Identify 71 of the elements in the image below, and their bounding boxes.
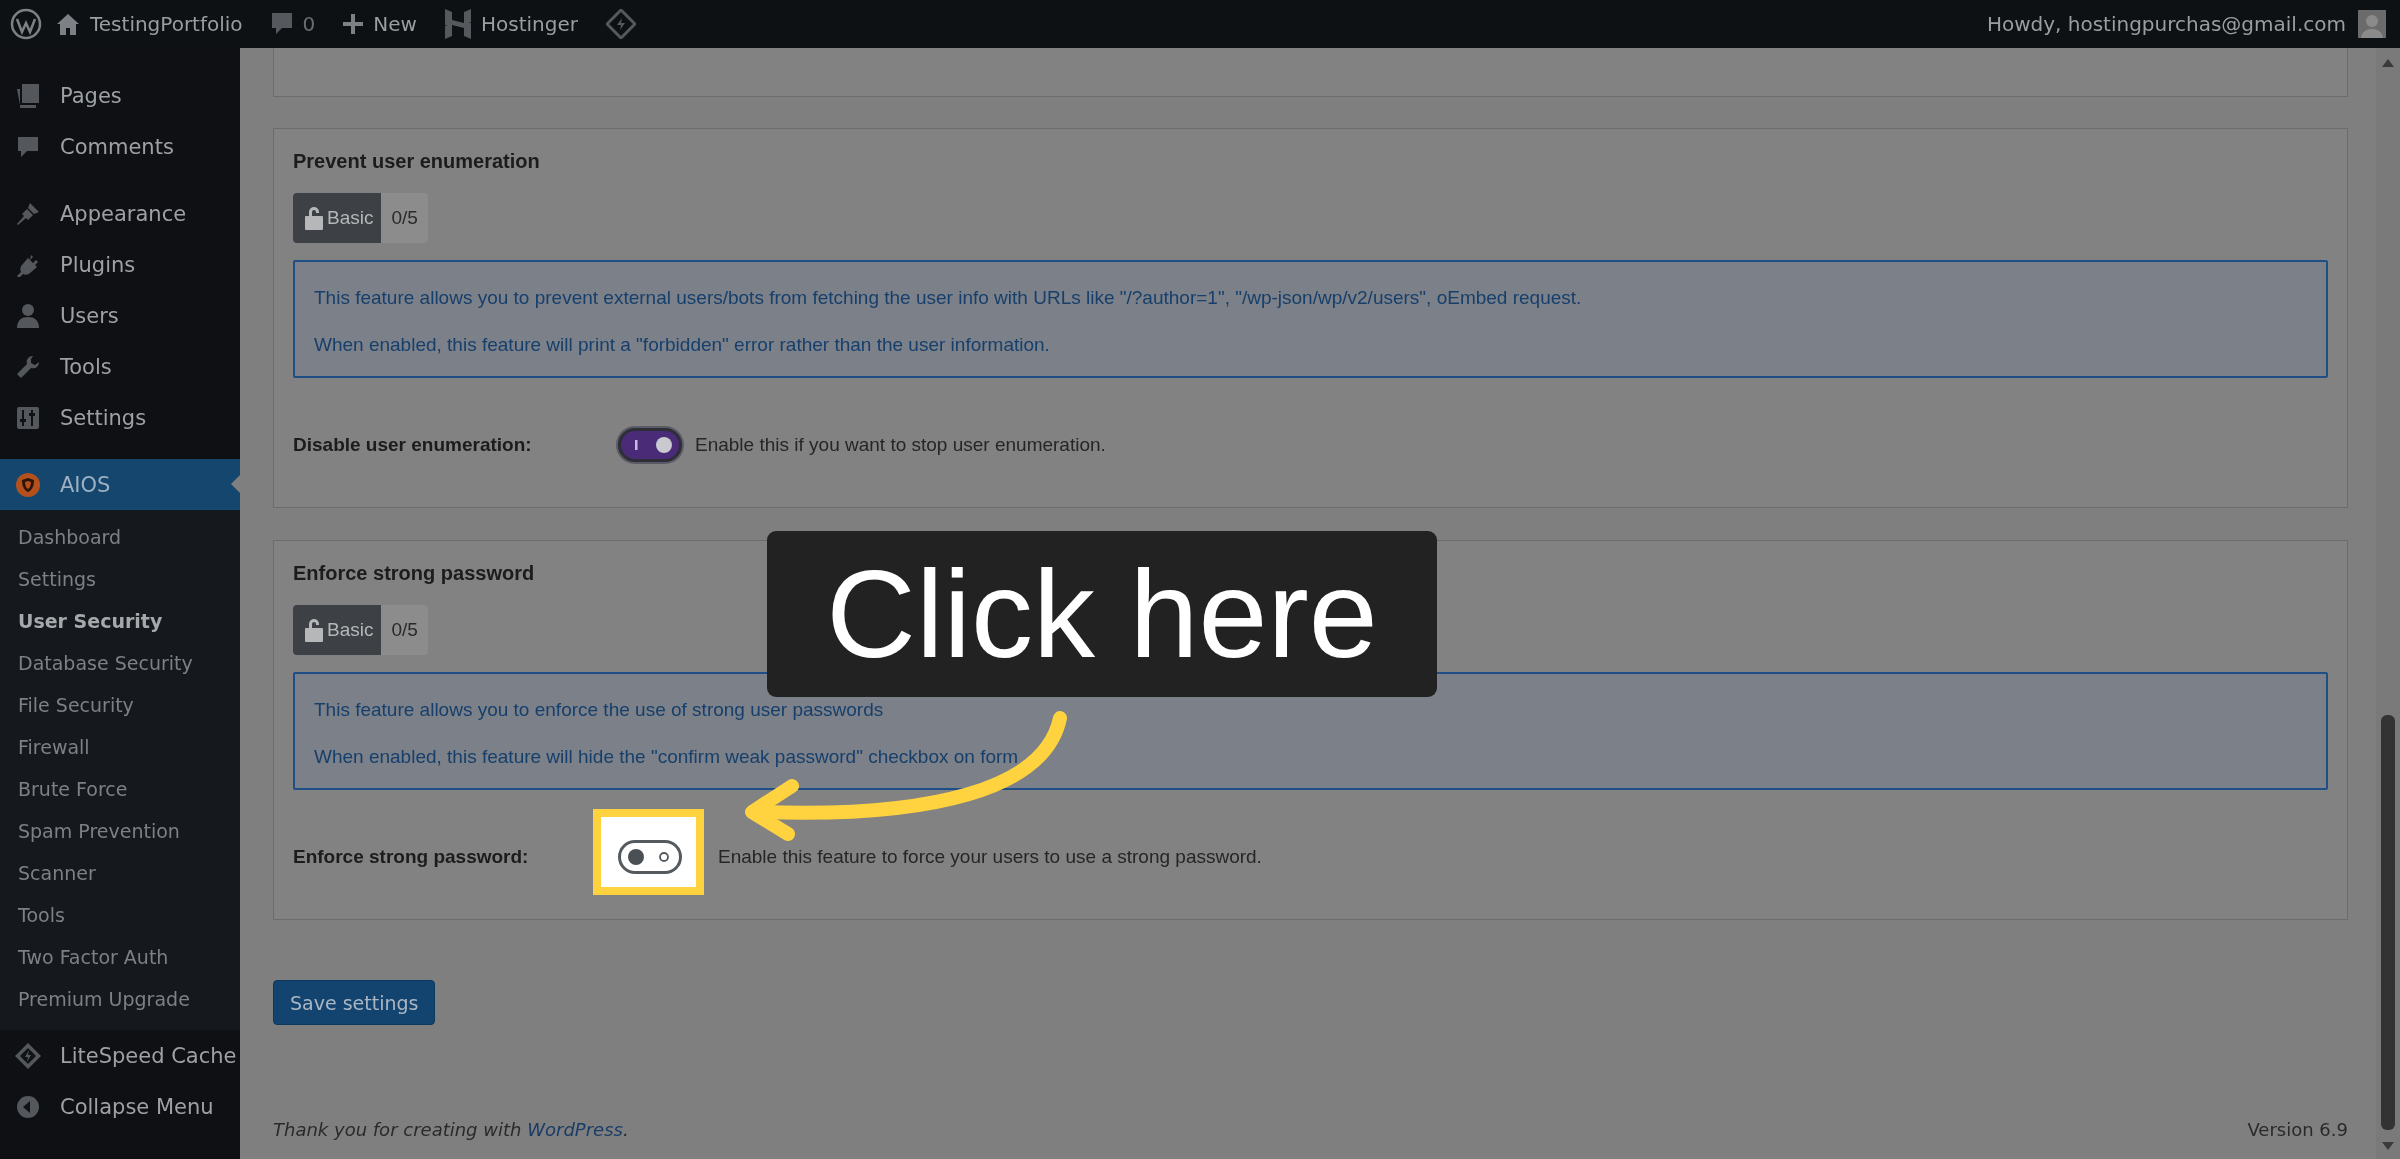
setting-description: Enable this feature to force your users to use a strong password. [718,846,1262,868]
lock-icon [305,206,323,230]
submenu-item[interactable]: Spam Prevention [0,810,240,852]
section-title: Prevent user enumeration [293,149,541,173]
setting-description: Enable this if you want to stop user enumeration. [695,434,1106,456]
level-badge: Basic [293,193,382,243]
submenu-item[interactable]: Dashboard [0,516,240,558]
shield-icon [15,471,41,498]
callout: Click here [767,531,1437,697]
comments-link[interactable]: 0 [270,12,316,36]
new-link[interactable]: New [343,12,417,36]
menu-item[interactable]: Appearance [0,188,240,239]
info-text: This feature allows you to prevent external users/bots from fetching the user info with URLs like "/?author=1", "/wp-json/wp/v2/users", oEmbed request. [314,286,1583,310]
pages-icon [17,83,39,108]
submenu-item[interactable]: Two Factor Auth [0,936,240,978]
submenu-item[interactable]: Firewall [0,726,240,768]
submenu-item[interactable]: User Security [0,600,240,642]
scrollbar[interactable] [2376,48,2400,1159]
menu-item[interactable]: Plugins [0,239,240,290]
menu-item[interactable]: LiteSpeed Cache [0,1030,240,1081]
greeting-text[interactable]: Howdy, hostingpurchas@gmail.com [1986,12,2346,36]
submenu-item[interactable]: File Security [0,684,240,726]
submenu-item[interactable]: Brute Force [0,768,240,810]
diamond-icon[interactable] [605,9,636,39]
menu-item[interactable]: Collapse Menu [0,1081,240,1132]
submenu-item[interactable]: Tools [0,894,240,936]
submenu-item[interactable]: Premium Upgrade [0,978,240,1020]
collapse-icon [16,1094,40,1119]
comment-icon [270,12,293,36]
info-text: This feature allows you to enforce the use of strong user passwords [314,698,885,722]
site-link[interactable]: TestingPortfolio [56,12,243,36]
menu-item[interactable]: Comments [0,121,240,172]
section-title: Enforce strong password [293,561,536,585]
version-text: Version 6.9 [2247,1118,2348,1140]
menu-item[interactable]: Pages [0,70,240,121]
menu-item[interactable]: Users [0,290,240,341]
home-icon [56,13,80,35]
plus-icon [343,14,364,34]
lock-icon [305,618,323,642]
submenu-item[interactable]: Settings [0,558,240,600]
info-text: When enabled, this feature will print a "forbidden" error rather than the user information. [314,333,1051,357]
wrench-icon [16,354,40,379]
scrollbar-thumb[interactable] [2381,715,2395,1130]
setting-label: Disable user enumeration: [293,434,533,456]
menu-item[interactable]: Settings [0,392,240,443]
info-text: When enabled, this feature will hide the "confirm weak password" checkbox on form [314,745,1020,769]
user-icon [17,303,39,328]
menu-item[interactable]: AIOS [0,459,240,510]
toggle-switch[interactable] [618,840,682,874]
footer-text: Thank you for creating with WordPress. [273,1118,629,1140]
score-badge: 0/5 [381,193,428,243]
score-badge: 0/5 [381,605,428,655]
brush-icon [16,201,40,226]
logo-icon [444,9,471,39]
hosting-link[interactable]: Hostinger [444,9,578,39]
avatar[interactable] [2358,10,2386,38]
submenu-item[interactable]: Database Security [0,642,240,684]
level-badge: Basic [293,605,382,655]
submenu-item[interactable]: Scanner [0,852,240,894]
sliders-icon [17,406,39,429]
scroll-up-icon[interactable] [2381,58,2395,68]
setting-label: Enforce strong password: [293,846,530,868]
wordpress-link[interactable]: WordPress [527,1118,623,1140]
diamond-icon [14,1041,42,1070]
plug-icon [16,252,40,277]
save-button[interactable]: Save settings [273,980,436,1025]
logo-icon[interactable] [10,8,42,40]
comment-icon [17,135,39,158]
menu-item[interactable]: Tools [0,341,240,392]
toggle-switch[interactable] [618,428,682,462]
scroll-down-icon[interactable] [2381,1141,2395,1151]
